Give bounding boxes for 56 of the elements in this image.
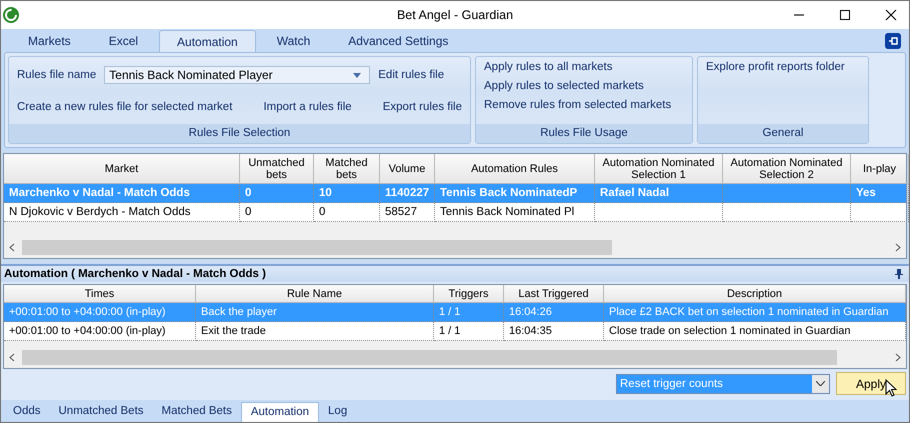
group-caption: Rules File Selection — [9, 124, 470, 143]
pin-icon[interactable] — [885, 33, 901, 49]
table-cell: Yes — [856, 187, 876, 199]
table-cell: 58527 — [385, 206, 417, 218]
table-cell: 0 — [245, 206, 252, 218]
ribbon-action-link[interactable]: Create a new rules file for selected market — [17, 101, 232, 113]
table-cell: 1 / 1 — [439, 325, 460, 337]
ribbon-action-link[interactable]: Explore profit reports folder — [706, 61, 845, 73]
table-cell: 16:04:35 — [509, 325, 552, 337]
table-cell: Marchenko v Nadal - Match Odds — [9, 187, 190, 199]
ribbon-tab[interactable]: Advanced Settings — [331, 30, 466, 52]
ribbon-tab[interactable]: Excel — [92, 30, 156, 52]
chevron-down-icon — [816, 381, 825, 386]
rules-file-dropdown[interactable]: Tennis Back Nominated Player — [104, 66, 370, 84]
panel-title: Automation ( Marchenko v Nadal - Match Odds ) — [4, 268, 266, 280]
table-cell: Rafael Nadal — [600, 187, 670, 199]
table-cell: 0 — [319, 206, 326, 218]
table-cell: 1 / 1 — [439, 306, 460, 318]
bottom-tab[interactable]: Automation — [240, 402, 320, 422]
table-cell: 16:04:26 — [509, 306, 552, 318]
cursor-icon — [885, 379, 897, 397]
ribbon-tab[interactable]: Automation — [159, 30, 256, 52]
table-cell: Place £2 BACK bet on selection 1 nominated in Guardian — [609, 306, 888, 318]
pin-icon[interactable] — [895, 269, 903, 279]
window-title: Bet Angel - Guardian — [396, 8, 514, 22]
ribbon-action-link[interactable]: Import a rules file — [263, 101, 352, 113]
table-cell: Back the player — [201, 306, 277, 318]
bottom-tab[interactable]: Matched Bets — [152, 402, 241, 422]
group-caption: General — [698, 124, 868, 143]
table-cell: Close trade on selection 1 nominated in Guardian — [609, 325, 851, 337]
ribbon-action-link[interactable]: Export rules file — [382, 101, 462, 113]
ribbon-action-link[interactable]: Remove rules from selected markets — [484, 99, 672, 111]
rule-row[interactable]: +00:01:00 to +04:00:00 (in-play) Exit the trade 1 / 1 16:04:35 Close trade on selection 1 nominated in Guardian — [4, 322, 906, 341]
ribbon-action-link[interactable]: Apply rules to all markets — [484, 61, 612, 73]
rules-file-name-label: Rules file name — [17, 69, 96, 81]
table-cell: 0 — [245, 187, 252, 199]
bottom-tab[interactable]: Unmatched Bets — [50, 402, 153, 422]
table-cell: 10 — [319, 187, 332, 199]
maximize-icon[interactable] — [839, 9, 851, 21]
group-caption: Rules File Usage — [476, 124, 692, 143]
edit-rules-file-link[interactable]: Edit rules file — [378, 69, 444, 81]
ribbon-tab[interactable]: Markets — [11, 30, 88, 52]
table-cell: +00:01:00 to +04:00:00 (in-play) — [9, 325, 166, 337]
table-cell: +00:01:00 to +04:00:00 (in-play) — [9, 306, 166, 318]
table-cell: Tennis Back NominatedP — [440, 187, 578, 199]
table-cell: 1140227 — [385, 187, 430, 199]
ribbon-action-link[interactable]: Apply rules to selected markets — [484, 80, 644, 92]
close-icon[interactable] — [885, 9, 897, 21]
ribbon-tab[interactable]: Watch — [260, 30, 328, 52]
table-cell: N Djokovic v Berdych - Match Odds — [9, 206, 191, 218]
table-cell: Tennis Back Nominated Pl — [440, 206, 574, 218]
bottom-tab[interactable]: Log — [319, 402, 356, 422]
bottom-tab[interactable]: Odds — [4, 402, 50, 422]
caret-icon — [353, 72, 362, 78]
table-cell: Exit the trade — [201, 325, 266, 337]
market-row[interactable]: N Djokovic v Berdych - Match Odds 0 0 58527 Tennis Back Nominated Pl — [4, 203, 906, 222]
